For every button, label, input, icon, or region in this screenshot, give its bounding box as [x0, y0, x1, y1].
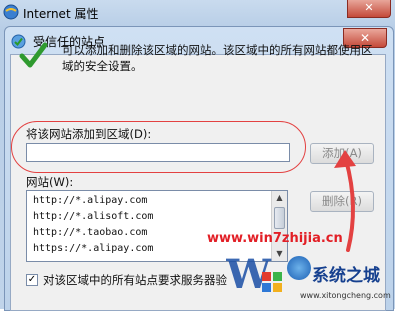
watermark-globe-icon — [287, 256, 311, 280]
watermark-win-logo-icon: W — [226, 251, 282, 298]
sites-label: 网站(W): — [26, 175, 74, 189]
window-close-button[interactable]: ✕ — [347, 0, 391, 18]
list-item[interactable]: https://*.alipay.com — [33, 243, 153, 254]
list-item[interactable]: http://*.taobao.com — [33, 227, 147, 238]
scroll-up-icon[interactable]: ▲ — [272, 191, 287, 205]
internet-globe-icon — [3, 4, 19, 20]
watermark-url: www.xitongcheng.com — [300, 291, 391, 300]
watermark-site: www.win7zhijia.cn — [207, 231, 343, 246]
require-https-checkbox[interactable]: ✓ — [26, 274, 38, 286]
scroll-thumb[interactable] — [274, 207, 285, 229]
list-item[interactable]: http://*.alipay.com — [33, 195, 147, 206]
dialog-description: 可以添加和删除该区域的网站。该区域中的所有网站都使用区域的安全设置。 — [62, 43, 373, 73]
watermark-brand: 系统之城 — [312, 266, 380, 286]
annotation-highlight-ellipse — [11, 121, 306, 173]
window-title: Internet 属性 — [23, 7, 99, 21]
list-item[interactable]: http://*.alisoft.com — [33, 211, 153, 222]
checkmark-icon — [19, 42, 48, 68]
window-controls: ✕ — [347, 0, 391, 18]
require-https-label: 对该区域中的所有站点要求服务器验 — [43, 273, 227, 287]
